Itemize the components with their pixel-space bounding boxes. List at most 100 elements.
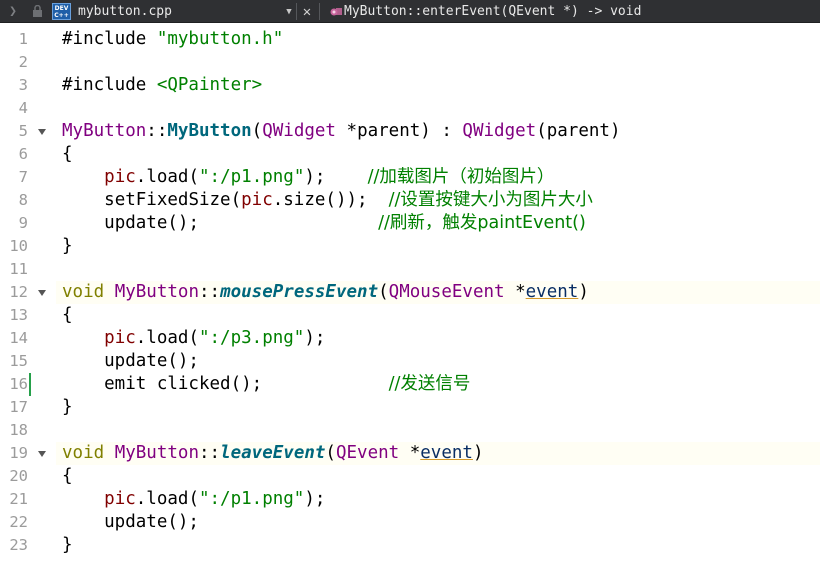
code-token: event bbox=[525, 282, 579, 302]
code-text: pic.load(":/p3.png"); bbox=[62, 327, 325, 350]
code-token: ":/p1.png" bbox=[198, 489, 305, 509]
line-number: 5 bbox=[18, 122, 28, 140]
code-line[interactable]: 13 { bbox=[0, 304, 820, 327]
code-line[interactable]: 12 void MyButton::mousePressEvent(QMouseE… bbox=[0, 281, 820, 304]
code-line[interactable]: 23} bbox=[0, 534, 820, 557]
code-text: pic.load(":/p1.png"); //加载图片（初始图片） bbox=[62, 166, 554, 189]
open-file-combo[interactable]: mybutton.cpp bbox=[78, 0, 172, 23]
code-line[interactable]: 10} bbox=[0, 235, 820, 258]
code-line[interactable]: 19 void MyButton::leaveEvent(QEvent *even… bbox=[0, 442, 820, 465]
line-number: 15 bbox=[9, 352, 28, 370]
line-number: 11 bbox=[9, 260, 28, 278]
code-token: //发送信号 bbox=[388, 374, 471, 394]
code-line[interactable]: 6{ bbox=[0, 143, 820, 166]
symbol-icon bbox=[329, 0, 343, 23]
code-line[interactable]: 21 pic.load(":/p1.png"); bbox=[0, 488, 820, 511]
file-type-icon: DEV C++ bbox=[52, 3, 71, 20]
line-number: 3 bbox=[18, 76, 28, 94]
code-line[interactable]: 3 #include <QPainter> bbox=[0, 74, 820, 97]
code-text: } bbox=[62, 235, 73, 258]
code-token: MyButton bbox=[114, 443, 199, 463]
code-token: ( bbox=[251, 121, 263, 141]
code-token: pic bbox=[104, 489, 136, 509]
code-token: ); bbox=[304, 167, 368, 187]
code-token: load bbox=[146, 167, 189, 187]
code-text: pic.load(":/p1.png"); bbox=[62, 488, 325, 511]
code-text: { bbox=[62, 304, 73, 327]
code-token: "mybutton.h" bbox=[156, 29, 284, 49]
lock-icon[interactable] bbox=[30, 0, 44, 23]
code-text: } bbox=[62, 534, 73, 557]
editor-toolbar: ❯ DEV C++ mybutton.cpp ▼ ✕ MyButton::ent… bbox=[0, 0, 820, 23]
code-line[interactable]: 17} bbox=[0, 396, 820, 419]
toolbar-divider bbox=[319, 3, 320, 20]
code-token: ( bbox=[378, 282, 389, 302]
code-token: void bbox=[62, 282, 115, 302]
code-token: update(); bbox=[62, 351, 199, 371]
code-token: :: bbox=[198, 282, 221, 302]
code-token: pic bbox=[104, 328, 136, 348]
code-line[interactable]: 7 pic.load(":/p1.png"); //加载图片（初始图片） bbox=[0, 166, 820, 189]
code-text: void MyButton::mousePressEvent(QMouseEve… bbox=[62, 281, 589, 304]
code-line[interactable]: 9 update(); //刷新，触发paintEvent() bbox=[0, 212, 820, 235]
code-token: ); bbox=[304, 328, 326, 348]
code-text: { bbox=[62, 465, 73, 488]
code-token: { bbox=[62, 305, 73, 325]
line-number: 14 bbox=[9, 329, 28, 347]
code-line[interactable]: 2 bbox=[0, 51, 820, 74]
line-number: 4 bbox=[18, 99, 28, 117]
code-token: . bbox=[135, 167, 147, 187]
code-token: //加载图片（初始图片） bbox=[367, 167, 555, 187]
code-token: * bbox=[504, 282, 526, 302]
code-token: setFixedSize( bbox=[104, 190, 242, 210]
code-token: QWidget bbox=[462, 121, 537, 141]
code-editor[interactable]: 1 #include "mybutton.h" 2 3 #include <QPaint… bbox=[0, 23, 820, 574]
code-text: setFixedSize(pic.size()); //设置按键大小为图片大小 bbox=[62, 189, 593, 212]
code-token: * bbox=[335, 121, 358, 141]
code-token: parent) : bbox=[357, 121, 463, 141]
code-text: #include "mybutton.h" bbox=[62, 28, 283, 51]
line-number: 17 bbox=[9, 398, 28, 416]
code-line[interactable]: 1 #include "mybutton.h" bbox=[0, 28, 820, 51]
code-token: ) bbox=[472, 443, 484, 463]
code-token: :: bbox=[146, 121, 168, 141]
line-number: 21 bbox=[9, 490, 28, 508]
fold-arrow-icon[interactable] bbox=[38, 129, 46, 135]
symbol-combo[interactable]: MyButton::enterEvent(QEvent *) -> void bbox=[344, 0, 641, 23]
code-text: } bbox=[62, 396, 73, 419]
close-icon[interactable]: ✕ bbox=[300, 0, 314, 23]
chevron-right-icon[interactable]: ❯ bbox=[6, 0, 20, 23]
fold-arrow-icon[interactable] bbox=[38, 451, 46, 457]
code-text: #include <QPainter> bbox=[62, 74, 262, 97]
code-token: pic bbox=[104, 167, 136, 187]
code-line[interactable]: 14 pic.load(":/p3.png"); bbox=[0, 327, 820, 350]
code-line[interactable]: 4 bbox=[0, 97, 820, 120]
dev-badge-bottom: C++ bbox=[54, 11, 69, 19]
line-number: 6 bbox=[18, 145, 28, 163]
dropdown-arrow-icon[interactable]: ▼ bbox=[283, 0, 295, 23]
code-line[interactable]: 20 { bbox=[0, 465, 820, 488]
code-line[interactable]: 11 bbox=[0, 258, 820, 281]
code-token: #include bbox=[62, 75, 157, 95]
code-token: //设置按键大小为图片大小 bbox=[388, 190, 593, 210]
code-token: * bbox=[399, 443, 421, 463]
code-token: event bbox=[420, 443, 473, 463]
code-line[interactable]: 5 MyButton::MyButton(QWidget *parent) : Q… bbox=[0, 120, 820, 143]
code-token: :: bbox=[198, 443, 221, 463]
code-line[interactable]: 22 update(); bbox=[0, 511, 820, 534]
fold-arrow-icon[interactable] bbox=[38, 290, 46, 296]
code-token: ( bbox=[325, 443, 336, 463]
code-token: ":/p1.png" bbox=[199, 167, 305, 187]
code-line[interactable]: 8 setFixedSize(pic.size()); //设置按键大小为图片大… bbox=[0, 189, 820, 212]
code-line[interactable]: 16 emit clicked(); //发送信号 bbox=[0, 373, 820, 396]
code-text: MyButton::MyButton(QWidget *parent) : QW… bbox=[62, 120, 620, 143]
line-number: 10 bbox=[9, 237, 28, 255]
code-line[interactable]: 18 bbox=[0, 419, 820, 442]
line-number: 12 bbox=[9, 283, 28, 301]
line-number: 9 bbox=[18, 214, 28, 232]
code-line[interactable]: 15 update(); bbox=[0, 350, 820, 373]
line-number: 19 bbox=[9, 444, 28, 462]
